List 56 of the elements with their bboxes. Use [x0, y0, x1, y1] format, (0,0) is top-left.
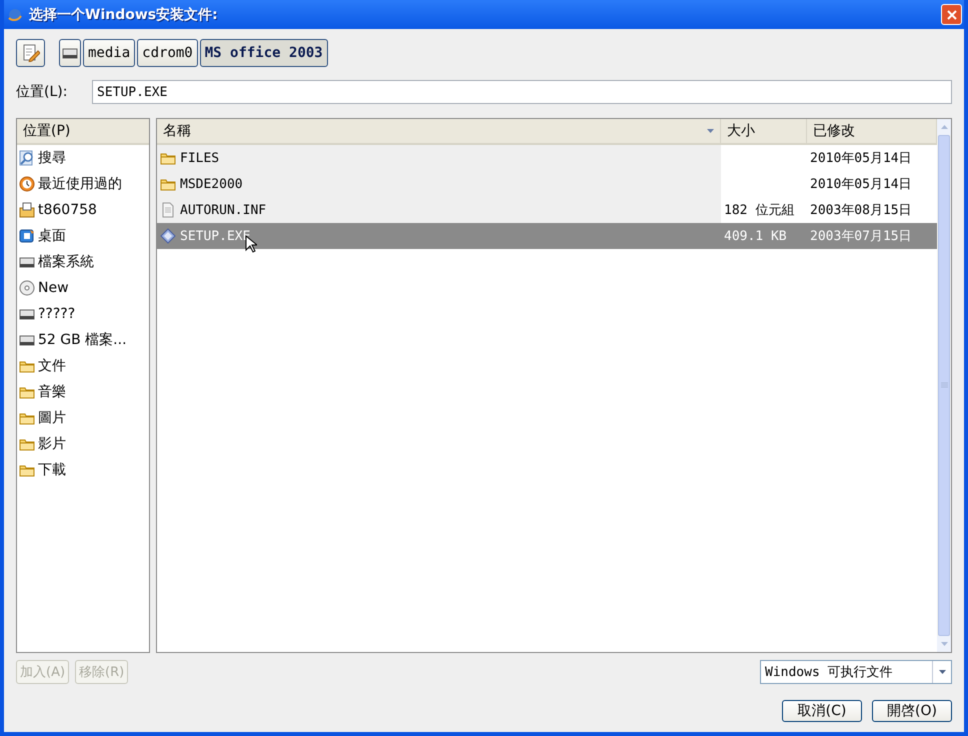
places-item[interactable]: t860758	[17, 197, 149, 223]
location-label: 位置(L):	[16, 83, 68, 101]
places-item[interactable]: 最近使用過的	[17, 171, 149, 197]
disc-icon	[19, 280, 35, 296]
magnifier-icon	[19, 150, 35, 166]
places-item[interactable]: 音樂	[17, 379, 149, 405]
dialog-button[interactable]: 取消(C)	[782, 700, 862, 722]
column-header[interactable]: 名稱	[157, 119, 721, 145]
clock-icon	[19, 176, 35, 192]
document-icon	[160, 202, 176, 218]
path-button[interactable]: media	[83, 39, 136, 67]
places-item[interactable]: 搜尋	[17, 145, 149, 171]
places-item[interactable]: 影片	[17, 431, 149, 457]
places-item[interactable]: 文件	[17, 353, 149, 379]
caret-down-icon	[938, 670, 946, 674]
file-date: 2003年07月15日	[810, 228, 912, 245]
dialog-button[interactable]: 開啓(O)	[872, 700, 952, 722]
close-icon	[946, 8, 958, 20]
places-item[interactable]: 檔案系統	[17, 249, 149, 275]
file-type-dropdown[interactable]: Windows 可执行文件	[760, 660, 952, 684]
location-field[interactable]: SETUP.EXE	[92, 80, 952, 104]
grip-icon	[940, 382, 948, 389]
path-button[interactable]: cdrom0	[137, 39, 198, 67]
file-size: 409.1 KB	[724, 228, 787, 244]
column-header[interactable]: 大小	[721, 119, 807, 145]
close-button[interactable]	[941, 4, 962, 25]
file-date: 2003年08月15日	[810, 202, 912, 219]
places-item[interactable]: 桌面	[17, 223, 149, 249]
file-name: AUTORUN.INF	[180, 202, 266, 218]
app-icon	[7, 6, 23, 22]
places-item[interactable]: ?????	[17, 301, 149, 327]
places-item[interactable]: 下載	[17, 457, 149, 483]
sort-arrow-icon	[707, 129, 714, 133]
drive-button[interactable]	[59, 39, 81, 67]
column-header[interactable]: 已修改	[807, 119, 937, 145]
file-name: SETUP.EXE	[180, 228, 250, 244]
window-title: 选择一个Windows安装文件:	[29, 6, 219, 24]
pencil-document-icon	[22, 44, 40, 62]
file-size: 182 位元組	[724, 202, 794, 219]
places-item[interactable]: 圖片	[17, 405, 149, 431]
places-item[interactable]: New	[17, 275, 149, 301]
edit-path-button[interactable]	[16, 39, 45, 67]
file-name: FILES	[180, 150, 220, 166]
folder-document-icon	[19, 202, 35, 218]
file-date: 2010年05月14日	[810, 150, 912, 167]
file-date: 2010年05月14日	[810, 176, 912, 193]
scroll-down-button[interactable]	[937, 636, 951, 652]
path-button[interactable]: MS office 2003	[200, 39, 328, 67]
scroll-up-button[interactable]	[937, 119, 951, 135]
column-header[interactable]: 位置(P)	[17, 119, 149, 145]
caret-down-icon	[940, 642, 948, 646]
desktop-icon	[19, 228, 35, 244]
caret-up-icon	[940, 125, 948, 129]
file-name: MSDE2000	[180, 176, 243, 192]
places-item[interactable]: 52 GB 檔案...	[17, 327, 149, 353]
diamond-icon	[160, 228, 176, 244]
